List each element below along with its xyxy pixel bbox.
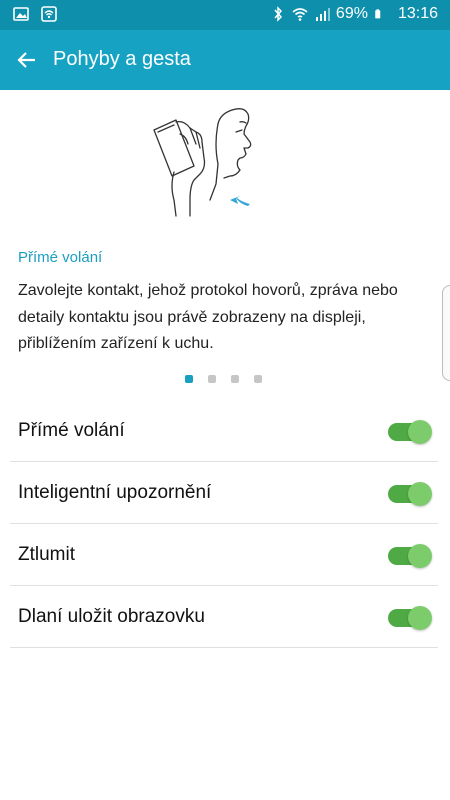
wifi-icon xyxy=(292,8,308,21)
tip-description: Zavolejte kontakt, jehož protokol hovorů… xyxy=(18,282,398,352)
page-dot-1[interactable] xyxy=(185,375,193,383)
toggle-switch[interactable] xyxy=(388,420,432,444)
status-right-icons: 69% 13:16 xyxy=(270,4,438,24)
battery-percent: 69% xyxy=(335,5,368,22)
settings-list: Přímé volání Inteligentní upozornění Ztl… xyxy=(10,400,438,648)
setting-label: Přímé volání xyxy=(18,419,125,441)
tip-title: Přímé volání xyxy=(18,249,103,266)
arrow-left-icon xyxy=(17,52,35,68)
setting-row-dlani-ulozit-obrazovku[interactable]: Dlaní uložit obrazovku xyxy=(10,586,438,648)
status-left-icons xyxy=(13,6,57,22)
toggle-thumb xyxy=(408,544,432,568)
page-dot-4[interactable] xyxy=(254,375,262,383)
battery-icon xyxy=(375,9,381,19)
toggle-switch[interactable] xyxy=(388,482,432,506)
edge-panel-handle[interactable] xyxy=(442,285,450,381)
setting-label: Inteligentní upozornění xyxy=(18,481,212,503)
signal-icon xyxy=(315,8,330,21)
toggle-switch[interactable] xyxy=(388,544,432,568)
status-bar: 69% 13:16 xyxy=(0,0,450,30)
toggle-thumb xyxy=(408,606,432,630)
page-title: Pohyby a gesta xyxy=(53,48,191,70)
back-button[interactable] xyxy=(12,46,42,74)
setting-row-ztlumit[interactable]: Ztlumit xyxy=(10,524,438,586)
status-time: 13:16 xyxy=(397,5,438,22)
setting-row-prime-volani[interactable]: Přímé volání xyxy=(10,400,438,462)
wifi-notification-icon xyxy=(41,6,57,22)
toggle-thumb xyxy=(408,482,432,506)
setting-row-inteligentni-upozorneni[interactable]: Inteligentní upozornění xyxy=(10,462,438,524)
toggle-switch[interactable] xyxy=(388,606,432,630)
toggle-thumb xyxy=(408,420,432,444)
app-bar: Pohyby a gesta xyxy=(0,30,450,90)
setting-label: Dlaní uložit obrazovku xyxy=(18,605,205,627)
page-dot-2[interactable] xyxy=(208,375,216,383)
page-indicator xyxy=(185,375,262,383)
setting-label: Ztlumit xyxy=(18,543,75,565)
image-icon xyxy=(13,7,29,21)
phone-to-ear-illustration xyxy=(153,108,252,217)
page-dot-3[interactable] xyxy=(231,375,239,383)
bluetooth-icon xyxy=(274,6,282,22)
